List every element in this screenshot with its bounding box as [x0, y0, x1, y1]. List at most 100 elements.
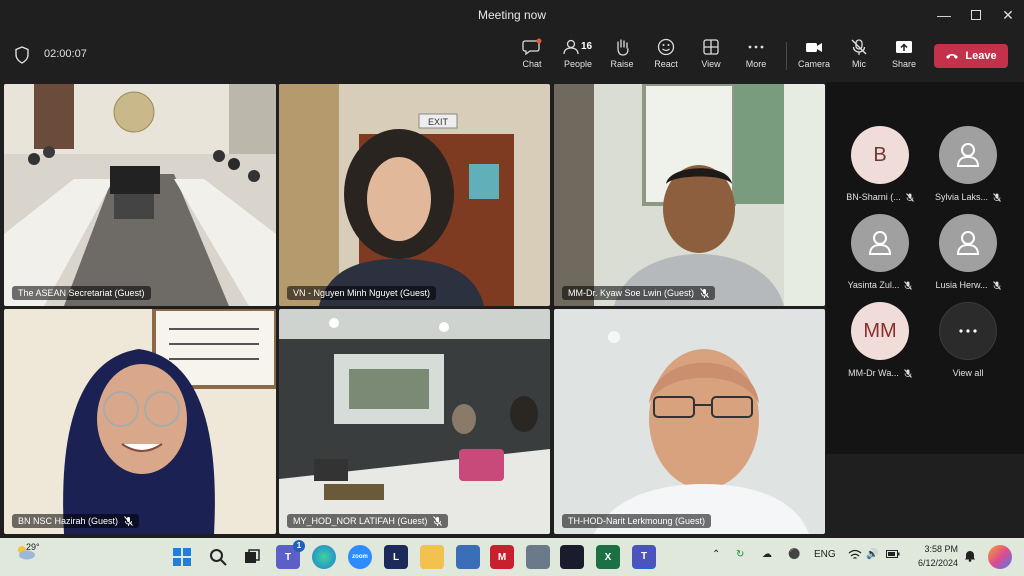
task-view-icon[interactable] [240, 545, 264, 569]
excel-icon[interactable]: X [596, 545, 620, 569]
person-icon [956, 143, 980, 167]
language-indicator[interactable]: ENG [814, 549, 836, 560]
video-tile[interactable]: MY_HOD_NOR LATIFAH (Guest) [279, 309, 550, 534]
store-icon[interactable] [456, 545, 480, 569]
video-tile[interactable]: EXIT VN - Nguyen Minh Nguyet (Guest) [279, 84, 550, 306]
window-title: Meeting now [477, 8, 547, 22]
maximize-icon[interactable] [958, 0, 994, 30]
participant-name: MM-Dr. Kyaw Soe Lwin (Guest) [562, 286, 716, 300]
participant-label: MM-Dr Wa... [840, 368, 920, 378]
time: 3:58 PM [924, 544, 958, 554]
people-count: 16 [581, 41, 593, 52]
mic-label: Mic [852, 59, 866, 69]
leave-label: Leave [965, 50, 997, 62]
participant-item[interactable]: B BN-Sharni (... [840, 126, 920, 202]
camera-icon [806, 43, 822, 52]
battery-icon[interactable] [886, 549, 900, 562]
mic-button[interactable]: Mic [837, 38, 881, 76]
raise-button[interactable]: Raise [600, 38, 644, 76]
weather-widget[interactable]: 29° [14, 542, 40, 565]
camera-button[interactable]: Camera [792, 38, 836, 76]
leave-button[interactable]: Leave [934, 44, 1008, 68]
phone-hangup-icon [946, 54, 959, 59]
search-icon[interactable] [206, 545, 230, 569]
video-tile[interactable]: The ASEAN Secretariat (Guest) [4, 84, 276, 306]
view-all-label: View all [952, 368, 984, 378]
view-button[interactable]: View [689, 38, 733, 76]
participant-gallery: B BN-Sharni (... Sylvia Laks... Yasinta … [826, 82, 1024, 454]
more-button[interactable]: More [734, 38, 778, 76]
shield-icon[interactable] [14, 46, 30, 64]
video-feed [554, 309, 825, 534]
participant-item[interactable]: Lusia Herw... [928, 214, 1008, 290]
volume-icon[interactable]: 🔊 [866, 549, 878, 560]
share-label: Share [891, 59, 917, 69]
avatar [851, 214, 909, 272]
participant-name: The ASEAN Secretariat (Guest) [12, 286, 151, 300]
participant-name: MY_HOD_NOR LATIFAH (Guest) [287, 514, 449, 528]
view-label: View [701, 59, 721, 69]
chat-icon [522, 38, 542, 56]
mic-off-icon [700, 288, 709, 298]
cloud-icon[interactable]: ☁ [762, 549, 772, 560]
mic-off-icon [124, 516, 133, 526]
bell-icon[interactable] [964, 549, 976, 565]
webex-icon[interactable] [560, 545, 584, 569]
close-icon[interactable]: ✕ [990, 0, 1024, 30]
avatar [939, 126, 997, 184]
minimize-icon[interactable]: — [926, 0, 962, 30]
video-tile[interactable]: BN NSC Hazirah (Guest) [4, 309, 276, 534]
mic-off-icon [992, 280, 1001, 290]
person-icon [868, 231, 892, 255]
temperature: 29° [26, 542, 40, 552]
meeting-toolbar: 02:00:07 Chat 16 People Raise React View… [0, 32, 1024, 78]
teams-chat-icon[interactable]: T 1 [276, 540, 305, 569]
file-explorer-icon[interactable] [420, 545, 444, 569]
participant-item[interactable]: MM MM-Dr Wa... [840, 302, 920, 378]
mcafee-icon[interactable]: M [490, 545, 514, 569]
participant-label: BN-Sharni (... [840, 192, 920, 202]
video-feed [4, 309, 276, 534]
avatar: B [851, 126, 909, 184]
video-feed [279, 309, 550, 534]
share-button[interactable]: Share [882, 38, 926, 76]
camera-label: Camera [797, 59, 830, 69]
edge-icon[interactable] [312, 545, 336, 569]
people-label: People [563, 59, 593, 69]
people-button[interactable]: 16 People [556, 38, 600, 76]
video-feed [4, 84, 276, 306]
participant-label: Sylvia Laks... [928, 192, 1008, 202]
more-icon [939, 302, 997, 360]
notification-badge: 1 [293, 540, 305, 552]
microphone-icon[interactable]: ⚫ [788, 549, 800, 560]
participant-item[interactable]: Yasinta Zul... [840, 214, 920, 290]
video-feed [554, 84, 825, 306]
svg-text:EXIT: EXIT [428, 117, 449, 127]
video-tile[interactable]: TH-HOD-Narit Lerkmoung (Guest) [554, 309, 825, 534]
more-icon [748, 45, 764, 49]
react-button[interactable]: React [644, 38, 688, 76]
start-icon[interactable] [170, 545, 194, 569]
app-icon[interactable] [526, 545, 550, 569]
participant-name: TH-HOD-Narit Lerkmoung (Guest) [562, 514, 712, 528]
zoom-icon[interactable]: zoom [348, 545, 372, 569]
avatar [939, 214, 997, 272]
l-app-icon[interactable]: L [384, 545, 408, 569]
teams-icon[interactable]: T [632, 545, 656, 569]
title-bar: Meeting now — ✕ [0, 0, 1024, 32]
video-feed: EXIT [279, 84, 550, 306]
refresh-icon[interactable]: ↻ [736, 549, 744, 560]
participant-item[interactable]: Sylvia Laks... [928, 126, 1008, 202]
raise-hand-icon [617, 39, 629, 56]
person-icon [956, 231, 980, 255]
mic-off-icon [904, 280, 913, 290]
view-all-button[interactable]: View all [928, 302, 1008, 378]
mic-off-icon [851, 39, 867, 55]
copilot-icon[interactable] [988, 545, 1012, 569]
video-tile[interactable]: MM-Dr. Kyaw Soe Lwin (Guest) [554, 84, 825, 306]
chevron-up-icon[interactable]: ⌃ [712, 549, 720, 560]
chat-button[interactable]: Chat [510, 38, 554, 76]
wifi-icon[interactable] [848, 549, 862, 564]
raise-label: Raise [610, 59, 634, 69]
clock[interactable]: 3:58 PM 6/12/2024 [908, 542, 958, 570]
